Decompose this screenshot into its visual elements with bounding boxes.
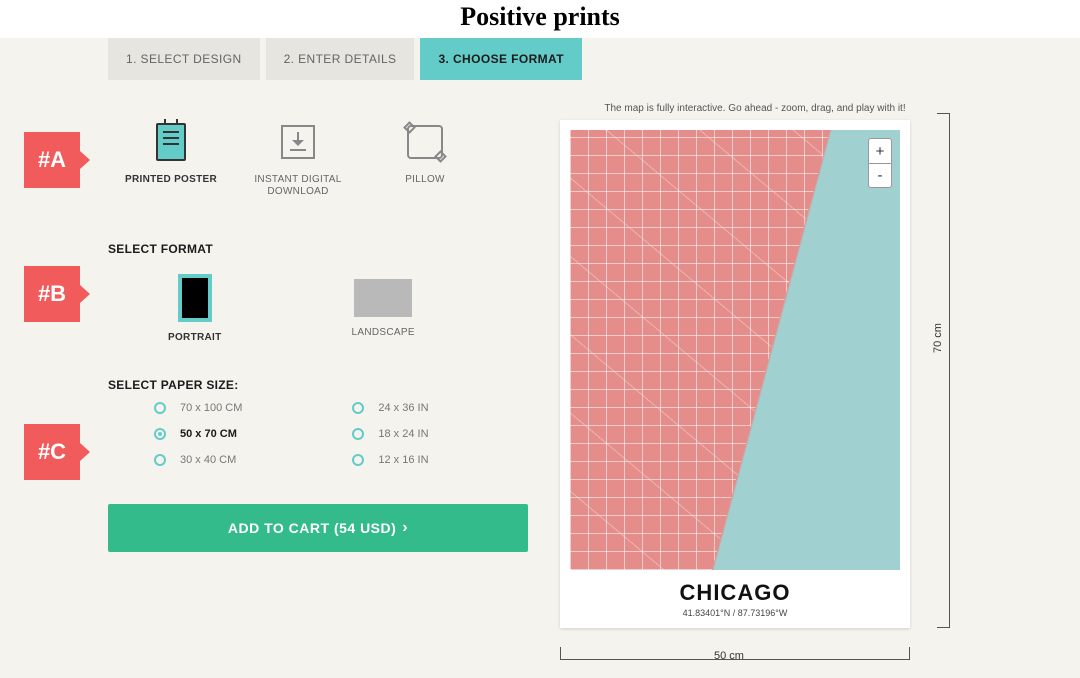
chevron-right-icon: › (402, 519, 408, 537)
tab-enter-details[interactable]: 2. ENTER DETAILS (266, 38, 415, 80)
add-to-cart-label: ADD TO CART (54 USD) (228, 520, 396, 536)
size-option[interactable]: 18 x 24 IN (352, 428, 428, 440)
map-canvas[interactable]: + - (570, 130, 900, 570)
format-landscape[interactable]: LANDSCAPE (352, 274, 415, 344)
size-label: 30 x 40 CM (180, 454, 236, 466)
size-label: 70 x 100 CM (180, 402, 242, 414)
radio-icon (154, 402, 166, 414)
brand-logo: Positive prints (460, 2, 620, 31)
dimension-width-label: 50 cm (714, 650, 744, 662)
product-label: PRINTED POSTER (108, 174, 234, 186)
size-label: 50 x 70 CM (180, 428, 237, 440)
portrait-icon (178, 274, 212, 322)
radio-icon (352, 454, 364, 466)
download-icon (281, 125, 315, 159)
radio-icon (154, 428, 166, 440)
poster-preview: + - CHICAGO 41.83401°N / 87.73196°W (560, 120, 910, 628)
size-label: 12 x 16 IN (378, 454, 428, 466)
size-option[interactable]: 24 x 36 IN (352, 402, 428, 414)
size-label: 24 x 36 IN (378, 402, 428, 414)
product-digital-download[interactable]: INSTANT DIGITAL DOWNLOAD (235, 116, 361, 198)
zoom-controls: + - (868, 138, 892, 188)
size-option[interactable]: 70 x 100 CM (154, 402, 242, 414)
radio-icon (352, 428, 364, 440)
size-label: 18 x 24 IN (378, 428, 428, 440)
size-option[interactable]: 12 x 16 IN (352, 454, 428, 466)
landscape-icon (354, 279, 412, 317)
dimension-height-label: 70 cm (932, 323, 944, 353)
select-format-title: SELECT FORMAT (108, 242, 528, 256)
tab-select-design[interactable]: 1. SELECT DESIGN (108, 38, 260, 80)
product-printed-poster[interactable]: PRINTED POSTER (108, 116, 234, 198)
radio-icon (154, 454, 166, 466)
radio-icon (352, 402, 364, 414)
poster-coordinates: 41.83401°N / 87.73196°W (570, 608, 900, 618)
annotation-b: #B (24, 266, 80, 322)
product-pillow[interactable]: PILLOW (362, 116, 488, 198)
dimension-line-vertical (922, 113, 950, 628)
zoom-out-button[interactable]: - (869, 163, 891, 187)
size-option[interactable]: 30 x 40 CM (154, 454, 242, 466)
zoom-in-button[interactable]: + (869, 139, 891, 163)
annotation-c: #C (24, 424, 80, 480)
poster-icon (156, 123, 186, 161)
tab-choose-format[interactable]: 3. CHOOSE FORMAT (420, 38, 582, 80)
select-paper-size-title: SELECT PAPER SIZE: (108, 378, 528, 392)
map-streets-overlay (570, 130, 900, 570)
pillow-icon (407, 125, 443, 159)
product-label: PILLOW (362, 174, 488, 186)
poster-title: CHICAGO (570, 580, 900, 606)
step-tabs: 1. SELECT DESIGN 2. ENTER DETAILS 3. CHO… (0, 38, 1080, 80)
format-label: LANDSCAPE (352, 327, 415, 339)
format-portrait[interactable]: PORTRAIT (168, 274, 222, 344)
product-label: INSTANT DIGITAL DOWNLOAD (235, 174, 361, 198)
map-hint-text: The map is fully interactive. Go ahead -… (560, 103, 950, 114)
size-option[interactable]: 50 x 70 CM (154, 428, 242, 440)
annotation-a: #A (24, 132, 80, 188)
format-label: PORTRAIT (168, 332, 222, 344)
add-to-cart-button[interactable]: ADD TO CART (54 USD) › (108, 504, 528, 552)
